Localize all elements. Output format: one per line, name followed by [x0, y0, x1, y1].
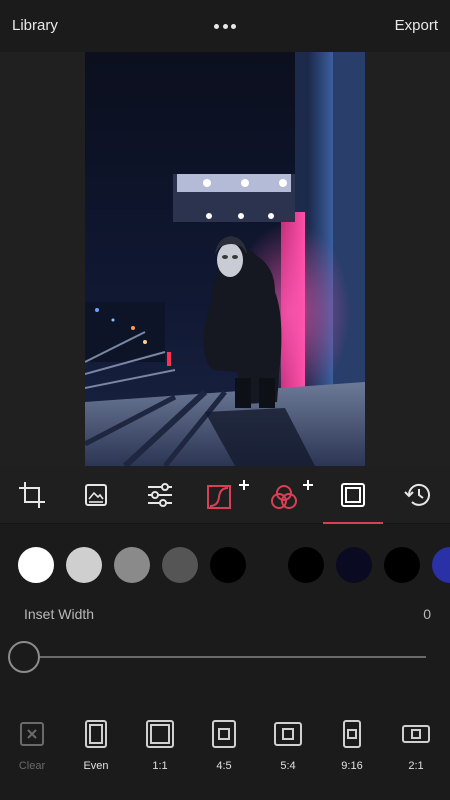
curves-icon — [207, 480, 249, 509]
top-bar: Library Export — [0, 0, 450, 52]
clear-button[interactable]: Clear — [2, 712, 62, 782]
editor-canvas — [0, 52, 450, 466]
ratio-9-16-button[interactable]: 9:16 — [322, 712, 382, 782]
tool-bar — [0, 466, 450, 524]
ratio-4-5-label: 4:5 — [216, 760, 232, 772]
swatch-light-gray[interactable] — [66, 547, 102, 583]
swatch-dark-gray[interactable] — [162, 547, 198, 583]
hsl-circles-icon — [271, 480, 313, 509]
photo[interactable] — [85, 52, 365, 466]
inset-width-value: 0 — [423, 606, 431, 622]
swatch-black-3[interactable] — [384, 547, 420, 583]
clear-icon — [20, 722, 44, 746]
swatch-black-2[interactable] — [288, 547, 324, 583]
sliders-icon — [148, 483, 172, 507]
ratio-1-1-label: 1:1 — [152, 760, 168, 772]
square-frame-icon — [146, 720, 174, 748]
ratio-2-1-label: 2:1 — [408, 760, 424, 772]
clear-label: Clear — [18, 760, 46, 772]
history-icon — [404, 483, 430, 506]
swatch-navy[interactable] — [336, 547, 372, 583]
border-color-swatches — [0, 545, 450, 585]
ratio-2-1-button[interactable]: 2:1 — [386, 712, 446, 782]
more-icon[interactable] — [214, 24, 236, 30]
ratio-9-16-label: 9:16 — [341, 760, 363, 772]
export-button[interactable]: Export — [395, 17, 438, 34]
portrait-frame-icon — [212, 720, 236, 748]
inset-width-label: Inset Width — [24, 606, 95, 622]
slider-thumb[interactable] — [8, 641, 40, 673]
wide-frame-icon — [402, 725, 430, 743]
border-tool[interactable] — [323, 466, 383, 524]
crop-icon — [19, 482, 45, 508]
image-tool[interactable] — [64, 466, 128, 524]
adjust-tool[interactable] — [128, 466, 192, 524]
inset-width-slider[interactable] — [8, 640, 434, 674]
swatch-white[interactable] — [18, 547, 54, 583]
ratio-1-1-button[interactable]: 1:1 — [130, 712, 190, 782]
tall-frame-icon — [343, 720, 361, 748]
swatch-blue[interactable] — [432, 547, 450, 583]
even-frame-icon — [85, 720, 107, 748]
slider-track — [38, 656, 426, 658]
border-icon — [341, 483, 365, 507]
even-button[interactable]: Even — [66, 712, 126, 782]
library-button[interactable]: Library — [12, 17, 58, 34]
curves-tool[interactable] — [196, 466, 260, 524]
crop-tool[interactable] — [0, 466, 64, 524]
hsl-tool[interactable] — [260, 466, 324, 524]
even-label: Even — [83, 760, 109, 772]
swatch-gray[interactable] — [114, 547, 150, 583]
active-tool-indicator — [323, 522, 383, 524]
image-frame-icon — [85, 484, 107, 506]
ratio-5-4-button[interactable]: 5:4 — [258, 712, 318, 782]
history-tool[interactable] — [386, 466, 450, 524]
ratio-5-4-label: 5:4 — [280, 760, 296, 772]
landscape-frame-icon — [274, 722, 302, 746]
swatch-black[interactable] — [210, 547, 246, 583]
aspect-ratio-bar: Clear Even 1:1 4:5 5:4 9:16 2:1 — [0, 712, 450, 782]
ratio-4-5-button[interactable]: 4:5 — [194, 712, 254, 782]
